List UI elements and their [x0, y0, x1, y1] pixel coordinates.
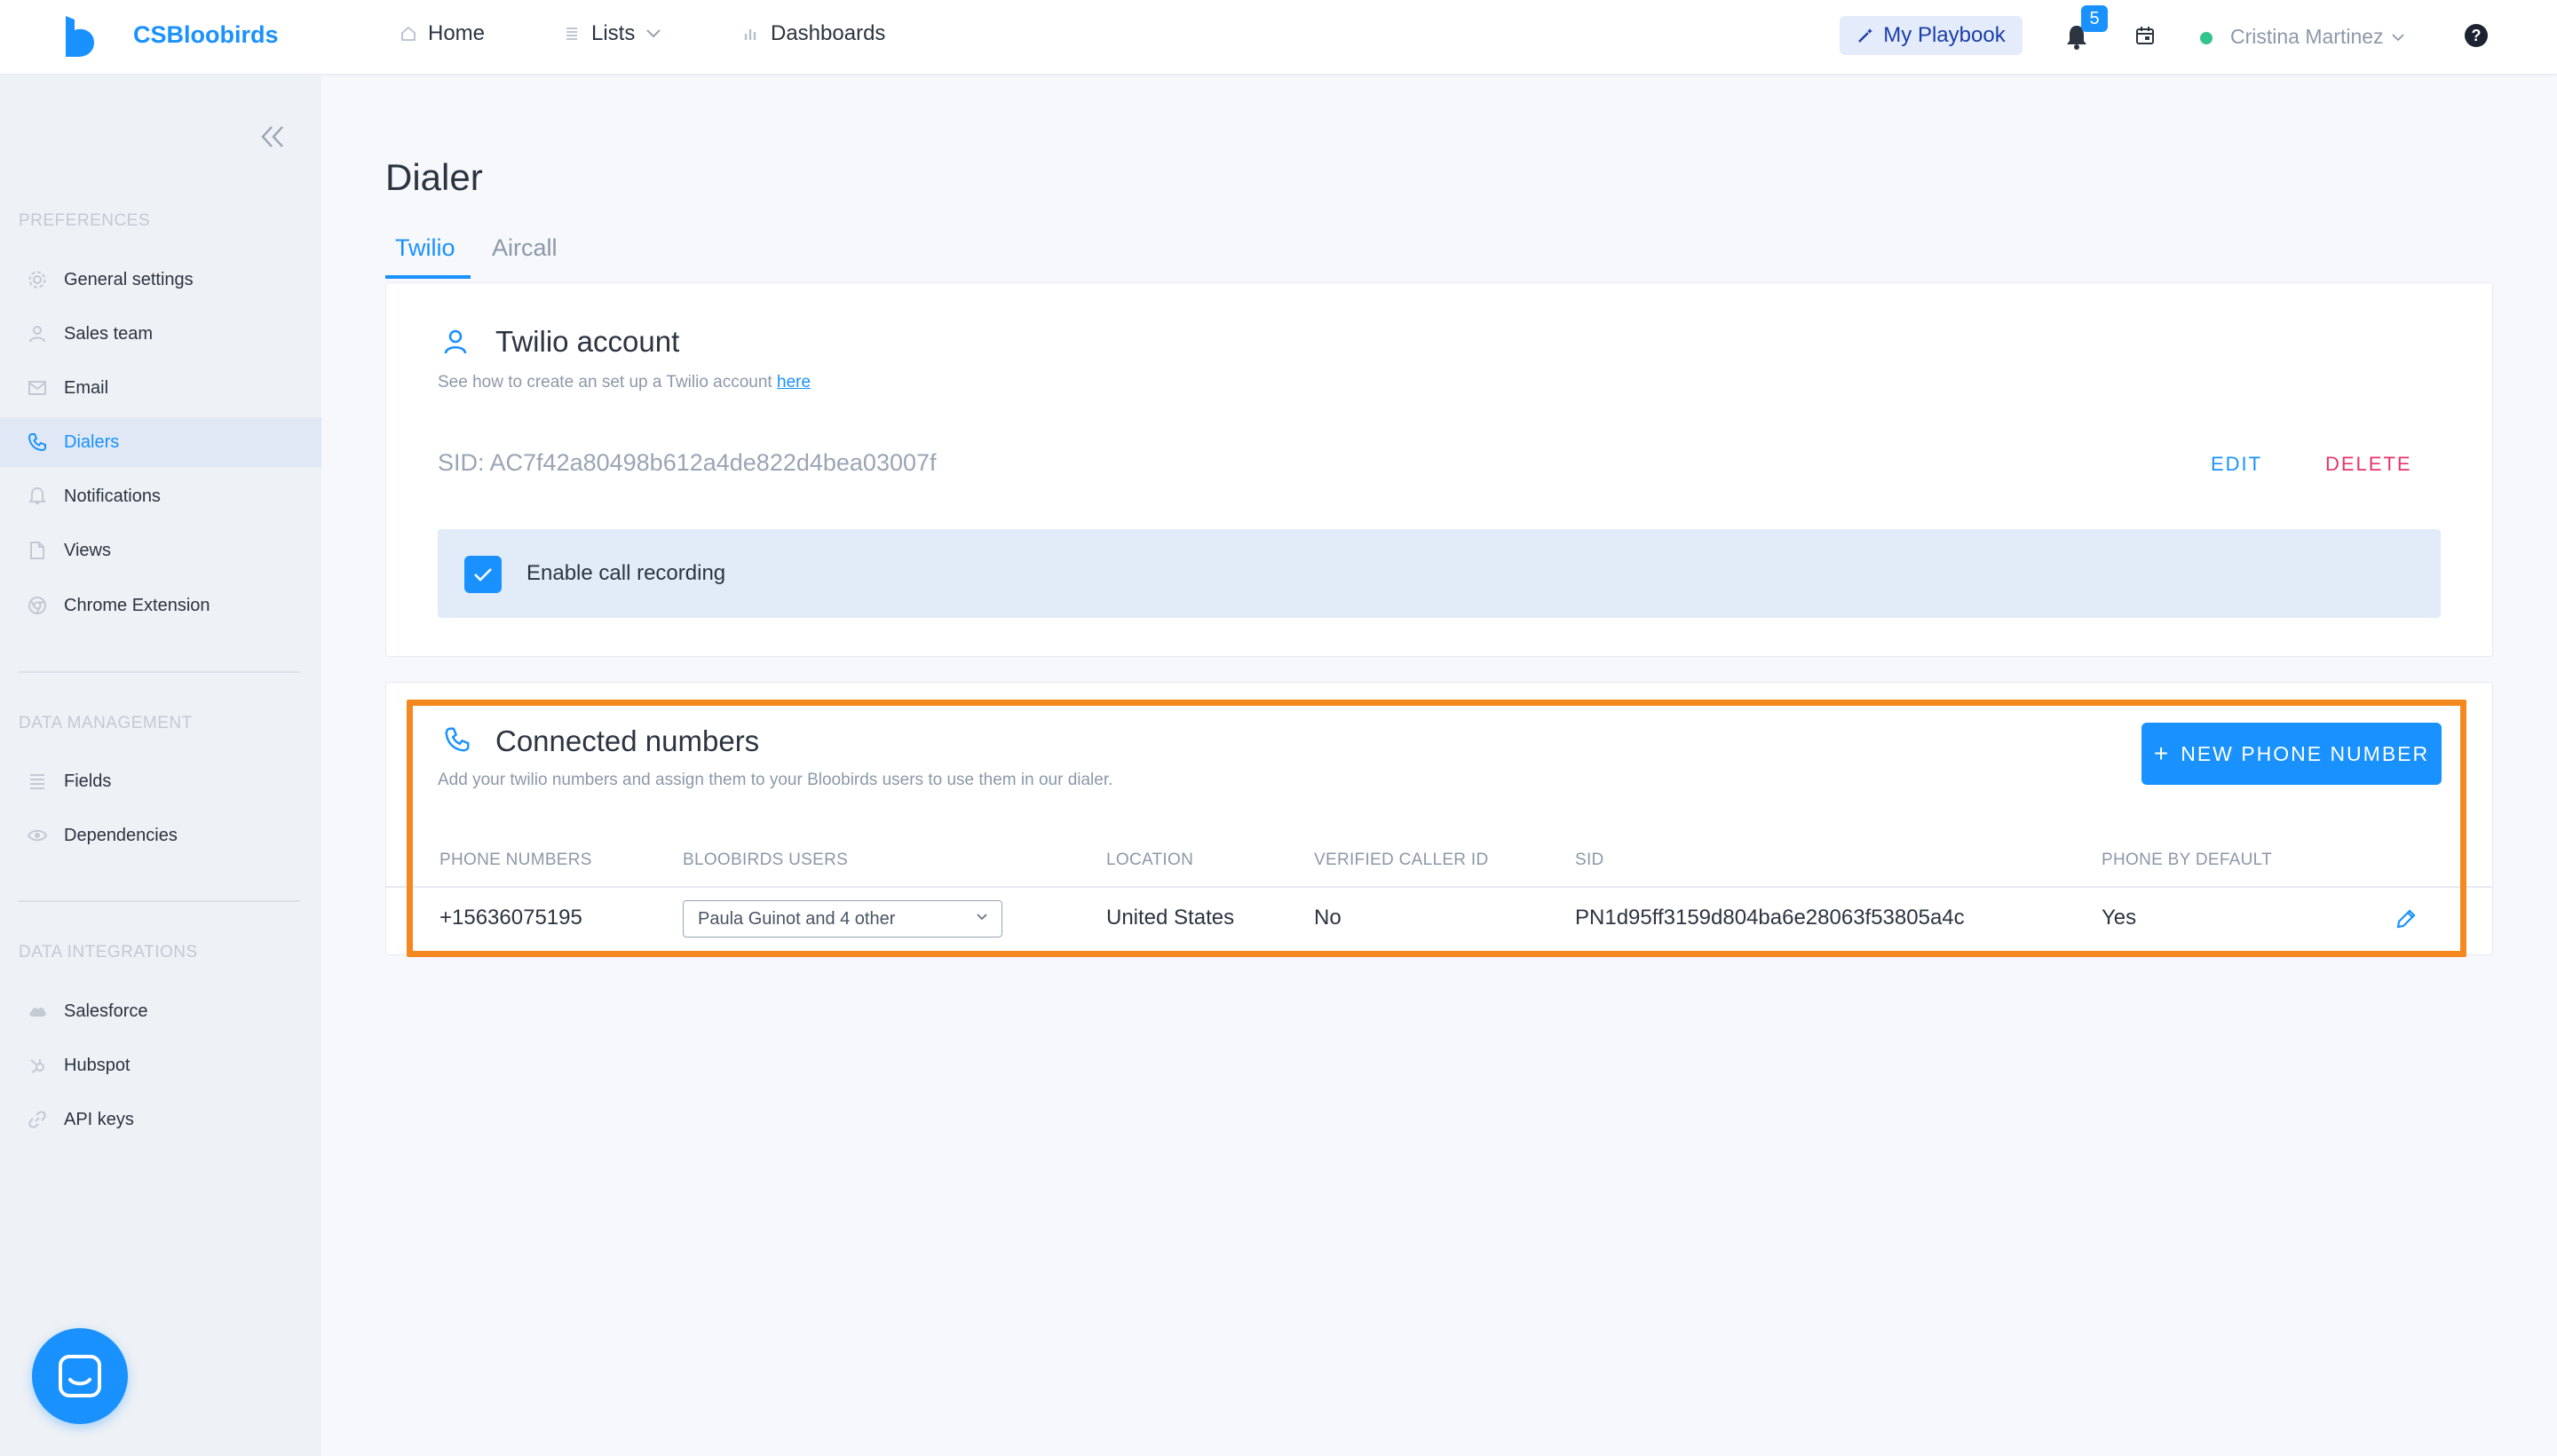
twilio-account-subtitle: See how to create an set up a Twilio acc…: [438, 373, 811, 392]
sidebar-divider: [18, 671, 300, 673]
user-icon: [444, 328, 467, 355]
list-icon: [563, 25, 581, 43]
calendar-icon[interactable]: [2134, 25, 2156, 51]
online-status-dot: [2200, 32, 2213, 44]
sidebar-item-dependencies[interactable]: Dependencies: [0, 811, 321, 860]
sidebar-item-views[interactable]: Views: [0, 526, 321, 575]
sidebar-item-hubspot[interactable]: Hubspot: [0, 1041, 321, 1090]
account-sid: SID: AC7f42a80498b612a4de822d4bea03007f: [438, 449, 937, 476]
sidebar-divider: [18, 900, 300, 902]
chevron-down-icon: [2391, 33, 2405, 42]
chat-icon: [59, 1355, 101, 1397]
sidebar-item-label: General settings: [64, 269, 194, 289]
brand-name[interactable]: CSBloobirds: [133, 21, 279, 49]
sidebar-item-label: Views: [64, 540, 111, 560]
eye-icon: [27, 825, 48, 846]
user-icon: [27, 323, 48, 344]
chevron-down-icon: [645, 28, 661, 39]
page-title: Dialer: [385, 156, 483, 198]
section-title-data-integrations: DATA INTEGRATIONS: [19, 943, 198, 961]
my-playbook-label: My Playbook: [1883, 23, 2006, 47]
sidebar-item-label: Salesforce: [64, 1001, 148, 1021]
connected-numbers-highlight-box: [407, 700, 2466, 957]
nav-lists-label: Lists: [591, 21, 636, 45]
nav-lists[interactable]: Lists: [563, 21, 661, 46]
sidebar-item-api-keys[interactable]: API keys: [0, 1095, 321, 1144]
twilio-account-title: Twilio account: [495, 325, 680, 358]
section-title-preferences: PREFERENCES: [19, 211, 151, 230]
tab-aircall[interactable]: Aircall: [492, 234, 558, 262]
chat-launcher-button[interactable]: [32, 1328, 128, 1424]
top-bar: CSBloobirds Home Lists Dashboards My Pla…: [0, 0, 2557, 75]
sidebar-item-notifications[interactable]: Notifications: [0, 471, 321, 521]
sidebar-item-general-settings[interactable]: General settings: [0, 255, 321, 305]
nav-dashboards[interactable]: Dashboards: [742, 21, 885, 46]
call-recording-checkbox[interactable]: [464, 556, 502, 593]
hubspot-icon: [27, 1055, 48, 1076]
bloobirds-logo-icon[interactable]: [62, 16, 98, 57]
delete-account-button[interactable]: DELETE: [2325, 453, 2412, 476]
sidebar: PREFERENCES General settings Sales team …: [0, 75, 321, 1456]
nav-home[interactable]: Home: [400, 21, 485, 46]
check-icon: [474, 568, 492, 582]
magic-wand-icon: [1856, 27, 1874, 44]
list-icon: [27, 771, 48, 792]
sidebar-item-label: API keys: [64, 1109, 134, 1129]
my-playbook-button[interactable]: My Playbook: [1840, 16, 2023, 55]
section-title-data-management: DATA MANAGEMENT: [19, 714, 193, 732]
bell-icon: [27, 486, 48, 507]
sidebar-item-label: Dialers: [64, 431, 120, 452]
active-tab-indicator: [385, 275, 471, 279]
sidebar-item-fields[interactable]: Fields: [0, 756, 321, 806]
bar-chart-icon: [742, 25, 760, 43]
sidebar-item-sales-team[interactable]: Sales team: [0, 309, 321, 359]
sidebar-item-label: Fields: [64, 771, 112, 791]
home-icon: [400, 25, 417, 43]
call-recording-label: Enable call recording: [526, 561, 726, 585]
sidebar-item-salesforce[interactable]: Salesforce: [0, 986, 321, 1036]
sidebar-item-chrome-extension[interactable]: Chrome Extension: [0, 581, 321, 630]
phone-icon: [27, 431, 48, 453]
collapse-sidebar-icon[interactable]: [259, 124, 286, 154]
file-icon: [27, 540, 48, 561]
nav-home-label: Home: [428, 21, 486, 45]
chrome-icon: [27, 595, 48, 616]
notification-count-badge: 5: [2081, 5, 2108, 32]
twilio-help-link[interactable]: here: [777, 373, 811, 392]
tab-twilio[interactable]: Twilio: [395, 234, 455, 262]
sidebar-item-label: Dependencies: [64, 825, 178, 845]
sidebar-item-label: Email: [64, 377, 109, 398]
user-menu[interactable]: Cristina Martinez: [2230, 25, 2405, 49]
sidebar-item-label: Sales team: [64, 323, 154, 344]
cloud-icon: [27, 1001, 48, 1022]
user-name-label: Cristina Martinez: [2230, 25, 2384, 48]
sidebar-item-dialers[interactable]: Dialers: [0, 417, 321, 467]
sidebar-item-label: Notifications: [64, 486, 161, 506]
help-icon[interactable]: ?: [2465, 24, 2488, 47]
call-recording-panel: Enable call recording: [438, 529, 2441, 618]
link-icon: [27, 1109, 48, 1130]
edit-account-button[interactable]: EDIT: [2211, 453, 2262, 476]
twilio-account-subtitle-text: See how to create an set up a Twilio acc…: [438, 373, 772, 392]
mail-icon: [27, 377, 48, 399]
sidebar-item-email[interactable]: Email: [0, 363, 321, 413]
sidebar-item-label: Chrome Extension: [64, 595, 210, 615]
sidebar-item-label: Hubspot: [64, 1055, 131, 1075]
gear-icon: [27, 269, 48, 290]
nav-dashboards-label: Dashboards: [771, 21, 886, 45]
